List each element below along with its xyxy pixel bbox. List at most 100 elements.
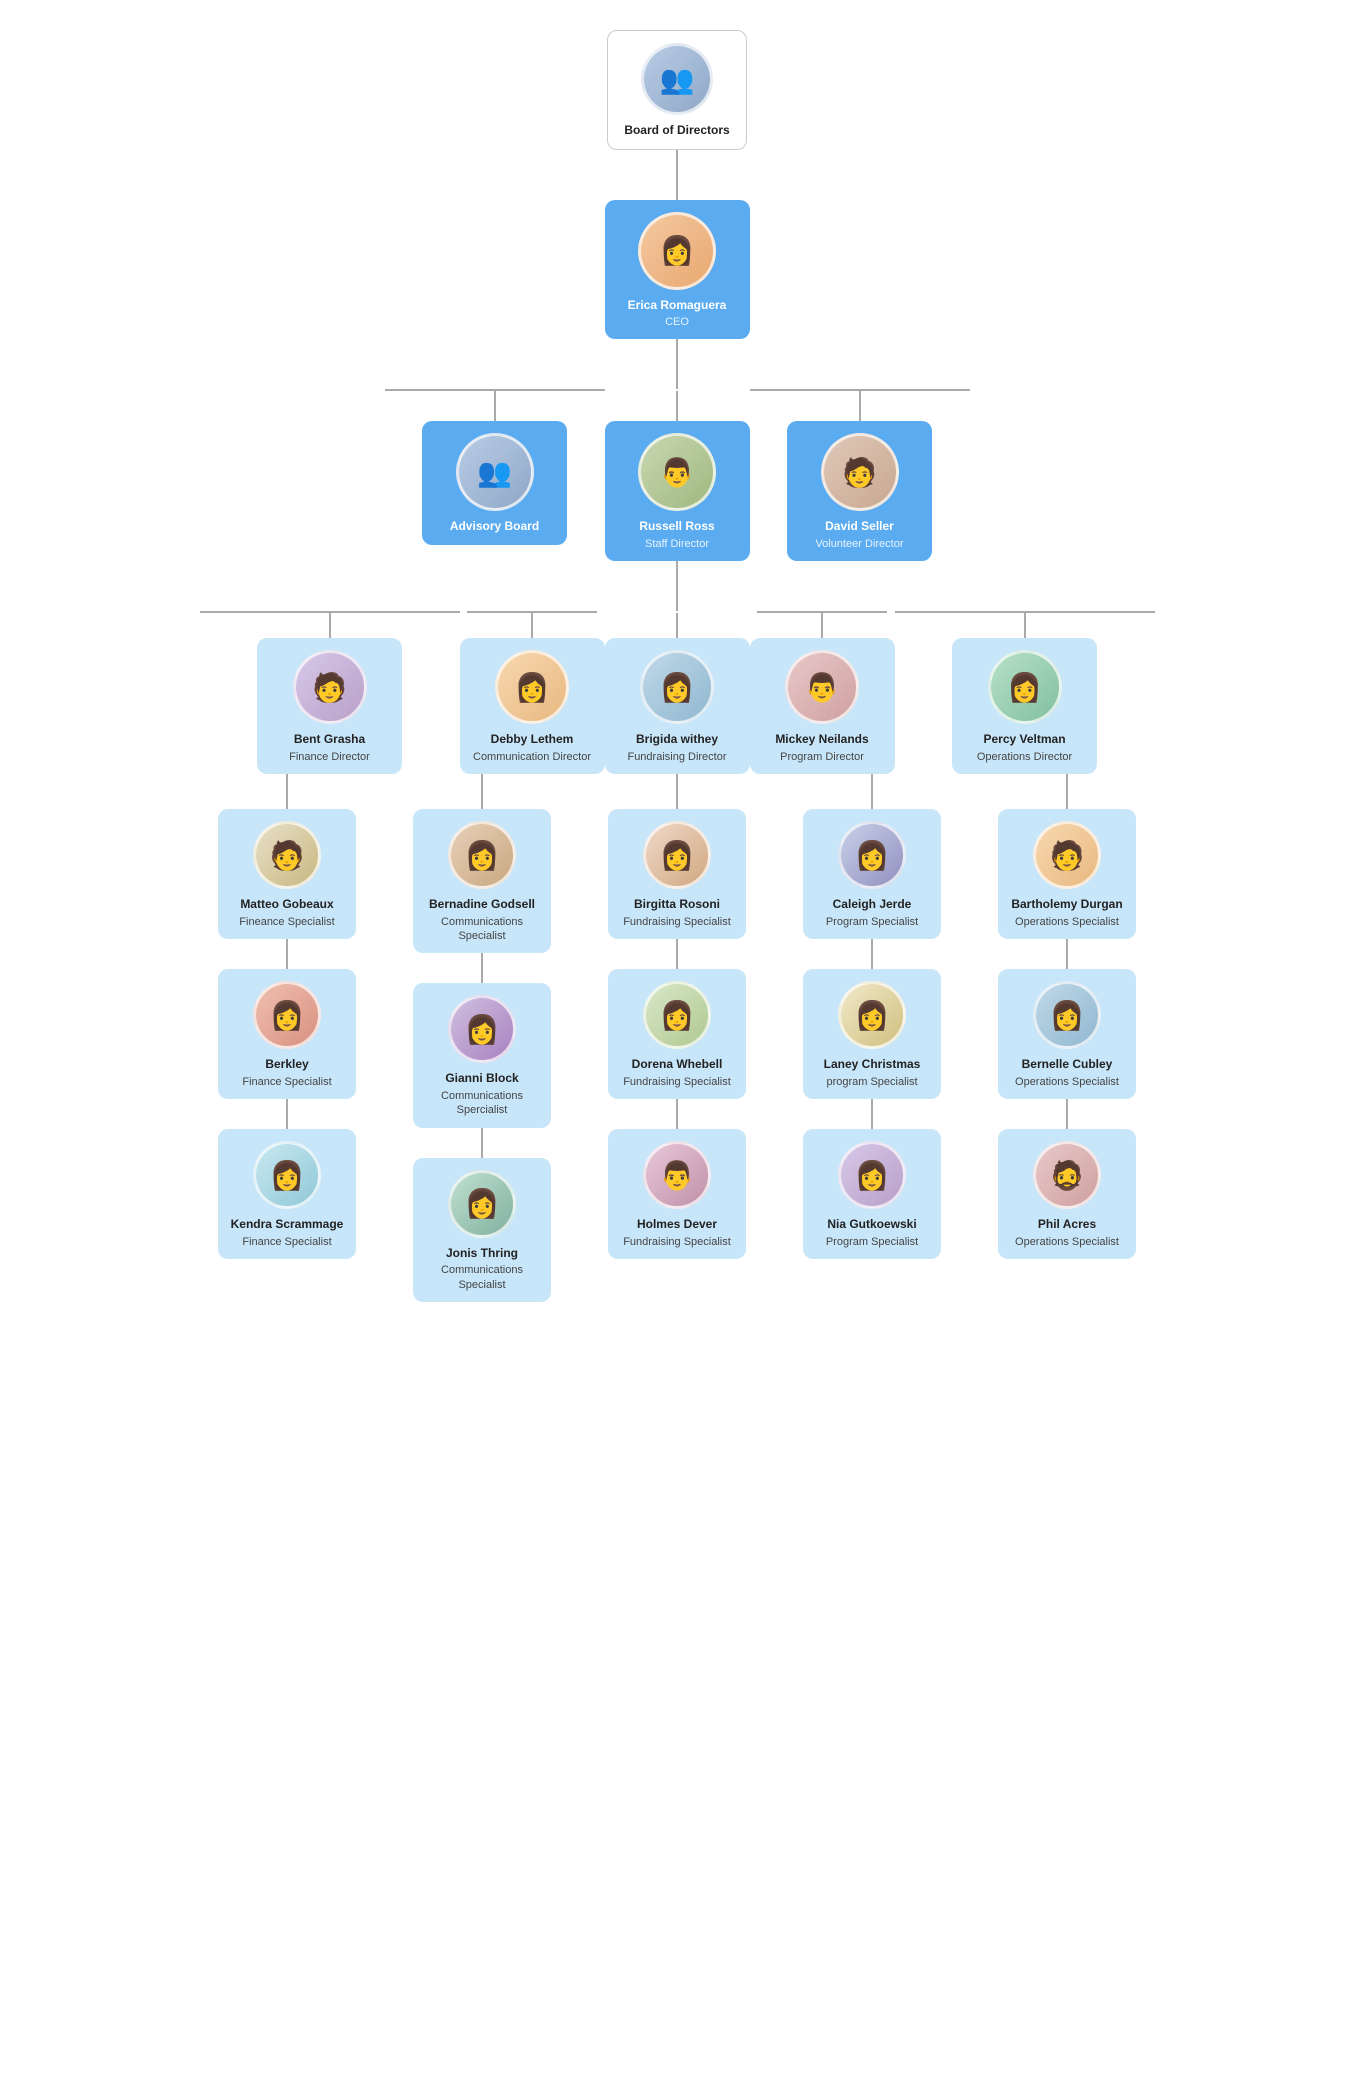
l3-percy: 👩 Percy Veltman Operations Director <box>895 611 1155 774</box>
connector-root-ceo <box>676 150 678 200</box>
dorena-avatar: 👩 <box>643 981 711 1049</box>
russell-card[interactable]: 👨 Russell Ross Staff Director <box>605 421 750 561</box>
russell-name: Russell Ross <box>639 519 714 535</box>
jonis-role: Communications Specialist <box>423 1263 541 1292</box>
percy-card[interactable]: 👩 Percy Veltman Operations Director <box>952 638 1097 774</box>
brigida-card[interactable]: 👩 Brigida withey Fundraising Director <box>605 638 750 774</box>
connector-l2-l3 <box>676 561 678 611</box>
bartholemy-name: Bartholemy Durgan <box>1011 897 1122 913</box>
v-prog-1 <box>871 939 873 969</box>
v-debby <box>531 613 533 638</box>
jonis-card[interactable]: 👩 Jonis Thring Communications Specialist <box>413 1158 551 1302</box>
dorena-card[interactable]: 👩 Dorena Whebell Fundraising Specialist <box>608 969 746 1099</box>
v-prog-top <box>871 774 873 809</box>
v-comms-1 <box>481 953 483 983</box>
kendra-card[interactable]: 👩 Kendra Scrammage Finance Specialist <box>218 1129 356 1259</box>
percy-avatar: 👩 <box>988 650 1062 724</box>
debby-card[interactable]: 👩 Debby Lethem Communication Director <box>460 638 605 774</box>
bartholemy-avatar: 🧑 <box>1033 821 1101 889</box>
l3-debby: 👩 Debby Lethem Communication Director <box>460 611 605 774</box>
col3-program: 👩 Caleigh Jerde Program Specialist 👩 Lan… <box>775 774 970 1259</box>
bernelle-name: Bernelle Cubley <box>1022 1057 1113 1073</box>
board-avatar: 👥 <box>641 43 713 115</box>
matteo-card[interactable]: 🧑 Matteo Gobeaux Fineance Specialist <box>218 809 356 939</box>
laney-name: Laney Christmas <box>824 1057 921 1073</box>
bent-card[interactable]: 🧑 Bent Grasha Finance Director <box>257 638 402 774</box>
holmes-name: Holmes Dever <box>637 1217 717 1233</box>
org-chart: 👥 Board of Directors 👩 Erica Romaguera C… <box>0 0 1354 1332</box>
laney-card[interactable]: 👩 Laney Christmas program Specialist <box>803 969 941 1099</box>
dorena-role: Fundraising Specialist <box>623 1075 731 1089</box>
caleigh-role: Program Specialist <box>826 915 918 929</box>
nia-card[interactable]: 👩 Nia Gutkoewski Program Specialist <box>803 1129 941 1259</box>
ceo-card[interactable]: 👩 Erica Romaguera CEO <box>605 200 750 340</box>
nia-avatar: 👩 <box>838 1141 906 1209</box>
specialists-container: 🧑 Matteo Gobeaux Fineance Specialist 👩 B… <box>190 774 1165 1302</box>
l3-mickey: 👨 Mickey Neilands Program Director <box>750 611 895 774</box>
kendra-avatar: 👩 <box>253 1141 321 1209</box>
col2-fundraising: 👩 Birgitta Rosoni Fundraising Specialist… <box>580 774 775 1259</box>
dorena-name: Dorena Whebell <box>632 1057 723 1073</box>
mickey-card[interactable]: 👨 Mickey Neilands Program Director <box>750 638 895 774</box>
l3-brigida: 👩 Brigida withey Fundraising Director <box>605 611 750 774</box>
debby-name: Debby Lethem <box>491 732 574 748</box>
bartholemy-card[interactable]: 🧑 Bartholemy Durgan Operations Specialis… <box>998 809 1136 939</box>
holmes-avatar: 👨 <box>643 1141 711 1209</box>
nia-role: Program Specialist <box>826 1235 918 1249</box>
holmes-card[interactable]: 👨 Holmes Dever Fundraising Specialist <box>608 1129 746 1259</box>
phil-role: Operations Specialist <box>1015 1235 1119 1249</box>
advisory-avatar: 👥 <box>456 433 534 511</box>
v-stub-david <box>859 391 861 421</box>
advisory-name: Advisory Board <box>450 519 539 535</box>
bartholemy-role: Operations Specialist <box>1015 915 1119 929</box>
david-role: Volunteer Director <box>815 537 903 551</box>
v-stub-russell <box>676 391 678 421</box>
gianni-role: Communications Spercialist <box>423 1089 541 1118</box>
gianni-avatar: 👩 <box>448 995 516 1063</box>
holmes-role: Fundraising Specialist <box>623 1235 731 1249</box>
debby-role: Communication Director <box>473 750 591 764</box>
brigida-avatar: 👩 <box>640 650 714 724</box>
bent-name: Bent Grasha <box>294 732 365 748</box>
phil-card[interactable]: 🧔 Phil Acres Operations Specialist <box>998 1129 1136 1259</box>
col1-comms: 👩 Bernadine Godsell Communications Speci… <box>385 774 580 1302</box>
birgitta-card[interactable]: 👩 Birgitta Rosoni Fundraising Specialist <box>608 809 746 939</box>
berkley-card[interactable]: 👩 Berkley Finance Specialist <box>218 969 356 1099</box>
caleigh-card[interactable]: 👩 Caleigh Jerde Program Specialist <box>803 809 941 939</box>
bent-avatar: 🧑 <box>293 650 367 724</box>
col0-finance: 🧑 Matteo Gobeaux Fineance Specialist 👩 B… <box>190 774 385 1259</box>
v-comms-top <box>481 774 483 809</box>
ceo-name: Erica Romaguera <box>628 298 727 314</box>
level3-container: 🧑 Bent Grasha Finance Director 👩 Debby L… <box>200 611 1155 774</box>
v-finance-top <box>286 774 288 809</box>
gianni-card[interactable]: 👩 Gianni Block Communications Spercialis… <box>413 983 551 1127</box>
root-node: 👥 Board of Directors <box>607 30 747 200</box>
berkley-role: Finance Specialist <box>242 1075 331 1089</box>
russell-role: Staff Director <box>645 537 709 551</box>
level2-container: 👥 Advisory Board 👨 Russell Ross Staff Di… <box>385 389 970 561</box>
brigida-name: Brigida withey <box>636 732 718 748</box>
david-name: David Seller <box>825 519 894 535</box>
board-name: Board of Directors <box>624 123 729 139</box>
laney-role: program Specialist <box>826 1075 917 1089</box>
matteo-role: Fineance Specialist <box>239 915 334 929</box>
v-fund-1 <box>676 939 678 969</box>
bernelle-card[interactable]: 👩 Bernelle Cubley Operations Specialist <box>998 969 1136 1099</box>
level3-row: 🧑 Bent Grasha Finance Director 👩 Debby L… <box>200 611 1155 774</box>
l2-advisory: 👥 Advisory Board <box>385 389 605 545</box>
v-fund-top <box>676 774 678 809</box>
phil-name: Phil Acres <box>1038 1217 1096 1233</box>
berkley-name: Berkley <box>265 1057 308 1073</box>
bernadine-card[interactable]: 👩 Bernadine Godsell Communications Speci… <box>413 809 551 953</box>
l2-david: 🧑 David Seller Volunteer Director <box>750 389 970 561</box>
bent-role: Finance Director <box>289 750 370 764</box>
laney-avatar: 👩 <box>838 981 906 1049</box>
v-prog-2 <box>871 1099 873 1129</box>
board-of-directors-card[interactable]: 👥 Board of Directors <box>607 30 747 150</box>
v-finance-1 <box>286 939 288 969</box>
v-finance-2 <box>286 1099 288 1129</box>
advisory-board-card[interactable]: 👥 Advisory Board <box>422 421 567 545</box>
v-ops-top <box>1066 774 1068 809</box>
nia-name: Nia Gutkoewski <box>827 1217 916 1233</box>
david-card[interactable]: 🧑 David Seller Volunteer Director <box>787 421 932 561</box>
